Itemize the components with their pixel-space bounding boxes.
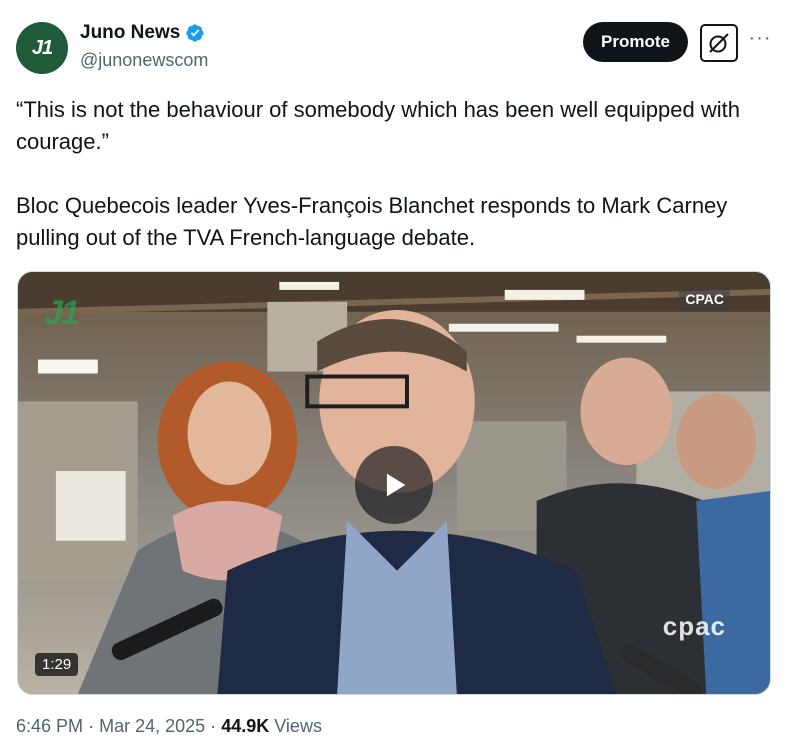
meta-separator: ·: [88, 716, 95, 736]
play-icon: [386, 473, 406, 497]
network-logo: cpac: [662, 611, 726, 641]
more-icon[interactable]: ···: [748, 26, 772, 50]
play-button[interactable]: [355, 446, 433, 524]
avatar-logo-text: J1: [31, 36, 53, 59]
views-count[interactable]: 44.9K: [221, 716, 269, 736]
verified-badge-icon[interactable]: [185, 23, 205, 43]
grok-glyph-icon: [709, 33, 729, 53]
network-badge: CPAC: [679, 288, 730, 310]
tweet-body: Bloc Quebecois leader Yves-François Blan…: [16, 193, 728, 250]
tweet-meta: 6:46 PM · Mar 24, 2025 · 44.9K Views: [16, 716, 322, 737]
views-label: Views: [274, 716, 322, 736]
juno-watermark-logo: J1: [44, 294, 80, 332]
tweet-date[interactable]: Mar 24, 2025: [99, 716, 205, 736]
video-duration: 1:29: [35, 653, 79, 676]
tweet-quote: “This is not the behaviour of somebody w…: [16, 97, 740, 154]
author-block: Juno News @junonewscom: [80, 22, 208, 71]
video-player[interactable]: J1 CPAC cpac 1:29: [17, 271, 771, 695]
avatar[interactable]: J1: [16, 22, 68, 74]
name-row: Juno News: [80, 22, 208, 44]
tweet-header: J1 Juno News @junonewscom Promote ···: [16, 20, 772, 76]
grok-icon[interactable]: [700, 24, 738, 62]
tweet-text: “This is not the behaviour of somebody w…: [16, 94, 772, 254]
promote-button[interactable]: Promote: [583, 22, 688, 62]
tweet-time[interactable]: 6:46 PM: [16, 716, 83, 736]
meta-separator: ·: [210, 716, 217, 736]
handle[interactable]: @junonewscom: [80, 50, 208, 71]
display-name[interactable]: Juno News: [80, 22, 180, 44]
